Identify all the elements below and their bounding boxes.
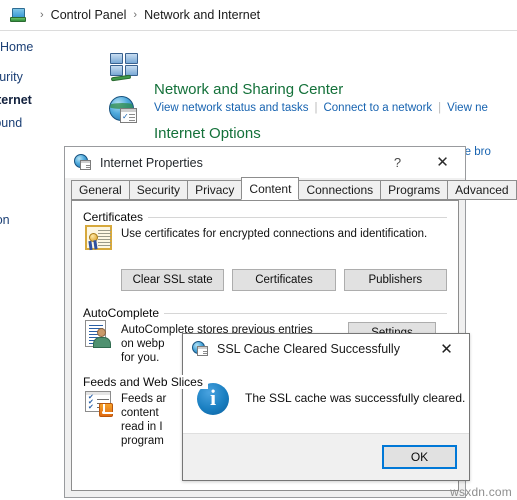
tab-advanced[interactable]: Advanced bbox=[447, 180, 517, 200]
tab-general[interactable]: General bbox=[71, 180, 130, 200]
screenshot-root: › Control Panel › Network and Internet H… bbox=[0, 0, 517, 500]
close-glyph: ✕ bbox=[440, 340, 453, 358]
help-button[interactable]: ? bbox=[375, 147, 420, 178]
sidebar-item-user-accounts[interactable]: nd bbox=[0, 167, 64, 181]
sidebar-item-programs[interactable]: s bbox=[0, 144, 64, 158]
breadcrumb-separator-0: › bbox=[40, 9, 44, 21]
certificates-description: Use certificates for encrypted connectio… bbox=[121, 228, 428, 240]
sidebar-item-home[interactable]: Home bbox=[0, 40, 64, 54]
sidebar-item-hardware-and-sound[interactable]: Sound bbox=[0, 116, 64, 130]
breadcrumb-item-control-panel[interactable]: Control Panel bbox=[51, 8, 127, 22]
internet-properties-titlebar[interactable]: Internet Properties ? ✕ bbox=[65, 147, 465, 178]
tabstrip: General Security Privacy Content Connect… bbox=[71, 177, 517, 201]
feeds-description-line1: Feeds ar bbox=[121, 393, 167, 405]
group-title-autocomplete: AutoComplete bbox=[83, 306, 165, 320]
tab-connections[interactable]: Connections bbox=[298, 180, 382, 200]
ok-button[interactable]: OK bbox=[382, 445, 457, 469]
network-monitors-icon bbox=[108, 52, 142, 84]
group-title-certificates: Certificates bbox=[83, 210, 149, 224]
certificates-button-row: Clear SSL state Certificates Publishers bbox=[121, 269, 447, 291]
tab-programs[interactable]: Programs bbox=[380, 180, 449, 200]
close-icon[interactable]: ✕ bbox=[424, 334, 469, 363]
control-panel-icon bbox=[10, 7, 27, 24]
close-icon[interactable]: ✕ bbox=[420, 147, 465, 178]
close-glyph: ✕ bbox=[436, 154, 449, 171]
feeds-icon: ✔ ✔ ✔ bbox=[83, 389, 121, 425]
sidebar-item-system-and-security[interactable]: ecurity bbox=[0, 70, 64, 84]
category-network-and-sharing-center: Network and Sharing Center View network … bbox=[108, 48, 517, 114]
autocomplete-icon bbox=[83, 320, 121, 356]
tab-content[interactable]: Content bbox=[241, 177, 300, 200]
certificate-icon bbox=[83, 224, 121, 260]
watermark: wsxdn.com bbox=[450, 485, 512, 499]
information-glyph: i bbox=[209, 385, 217, 410]
internet-properties-title: Internet Properties bbox=[100, 155, 203, 170]
tab-privacy[interactable]: Privacy bbox=[187, 180, 243, 200]
message-box-text: The SSL cache was successfully cleared. bbox=[245, 391, 466, 405]
clear-ssl-state-button[interactable]: Clear SSL state bbox=[121, 269, 225, 291]
certificates-button[interactable]: Certificates bbox=[232, 269, 336, 291]
category-internet-options: ✓ Internet Options Change your homepage|… bbox=[108, 92, 517, 158]
feeds-description-line2: content bbox=[121, 407, 159, 419]
sidebar-item-network-and-internet[interactable]: Internet bbox=[0, 93, 64, 107]
sidebar-item-appearance[interactable]: on bbox=[0, 190, 64, 204]
message-box-body: i The SSL cache was successfully cleared… bbox=[183, 363, 469, 434]
tab-security[interactable]: Security bbox=[128, 180, 189, 200]
feeds-description-line3: read in I bbox=[121, 421, 163, 433]
group-title-feeds: Feeds and Web Slices bbox=[83, 375, 208, 389]
sidebar-item-ease-of-access[interactable]: s bbox=[0, 236, 64, 250]
group-certificates: Certificates Use certificates for encryp… bbox=[83, 210, 447, 291]
category-title-internet-options[interactable]: Internet Options bbox=[154, 124, 517, 143]
internet-properties-window-buttons: ? ✕ bbox=[375, 147, 465, 178]
message-box-footer: OK bbox=[183, 433, 469, 480]
publishers-button[interactable]: Publishers bbox=[343, 269, 447, 291]
feeds-description-line4: program bbox=[121, 435, 164, 447]
internet-options-icon bbox=[192, 340, 209, 357]
sidebar-item-clock-and-region[interactable]: gion bbox=[0, 213, 64, 227]
message-box-titlebar[interactable]: SSL Cache Cleared Successfully ✕ bbox=[183, 334, 469, 363]
feeds-description: Feeds ar content read in I program bbox=[121, 389, 166, 448]
sidebar: Home ecurity Internet Sound s nd on gion… bbox=[0, 40, 64, 340]
internet-globe-icon: ✓ bbox=[108, 96, 142, 128]
breadcrumb-separator-1: › bbox=[133, 9, 138, 21]
message-box-title: SSL Cache Cleared Successfully bbox=[217, 341, 400, 356]
breadcrumb-item-network-and-internet[interactable]: Network and Internet bbox=[144, 8, 260, 22]
breadcrumb-bar: › Control Panel › Network and Internet bbox=[0, 0, 517, 31]
control-panel-categories: Network and Sharing Center View network … bbox=[108, 48, 517, 158]
ssl-cache-message-box: SSL Cache Cleared Successfully ✕ i The S… bbox=[182, 333, 470, 481]
internet-options-icon bbox=[74, 154, 92, 171]
